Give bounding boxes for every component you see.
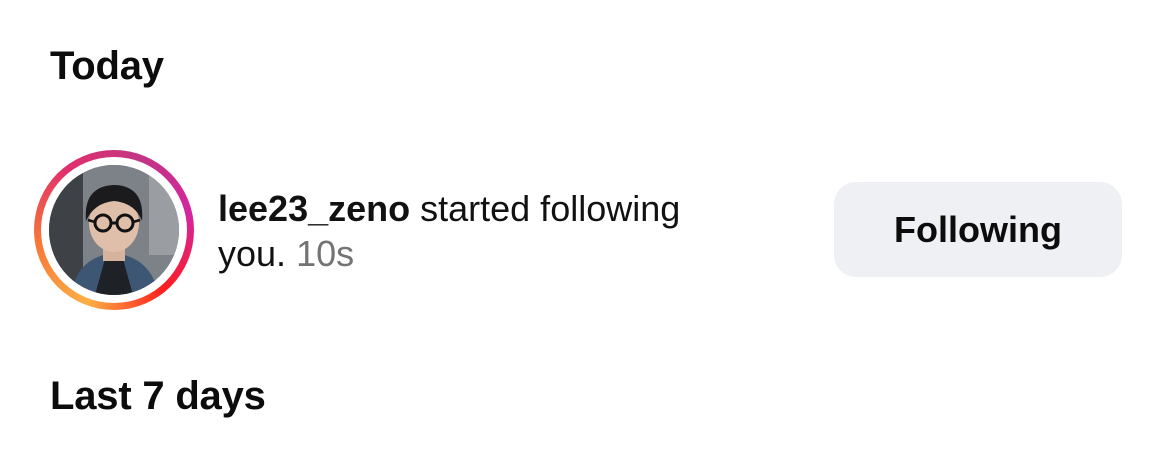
following-button[interactable]: Following	[834, 182, 1122, 277]
section-heading-today: Today	[50, 44, 164, 88]
notification-message: started following	[410, 188, 681, 229]
notification-text: lee23_zeno started following you. 10s	[218, 186, 778, 276]
follow-notification-row[interactable]: lee23_zeno started following you. 10s Fol…	[34, 150, 1134, 310]
section-heading-last-7-days: Last 7 days	[50, 374, 266, 418]
avatar[interactable]	[49, 165, 179, 295]
story-ring[interactable]	[34, 150, 194, 310]
avatar-photo-icon	[49, 165, 179, 295]
notification-message-continued: you.	[218, 233, 287, 274]
notification-timestamp: 10s	[296, 233, 355, 274]
username-link[interactable]: lee23_zeno	[218, 188, 410, 229]
